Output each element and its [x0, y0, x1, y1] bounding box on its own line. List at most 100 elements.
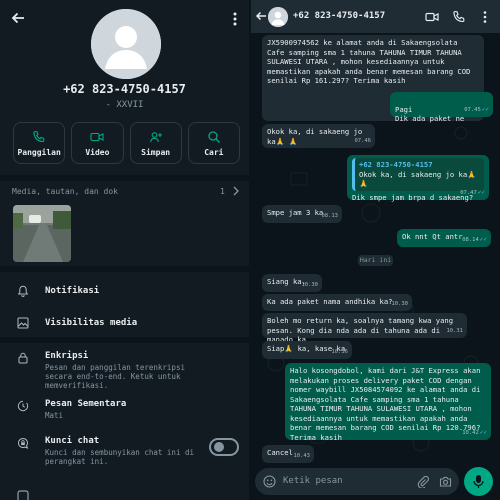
message-incoming[interactable]: Ka ada paket nama andhika ka? 10.30 — [262, 294, 412, 311]
media-visibility-label: Visibilitas media — [45, 318, 138, 328]
message-time: 07.46 — [354, 137, 371, 144]
message-text: Ka ada paket nama andhika ka? — [267, 297, 393, 306]
lock-icon — [18, 352, 28, 364]
media-thumbnail[interactable] — [13, 205, 71, 262]
message-time: 08.14✓✓ — [462, 235, 487, 246]
more-vertical-icon[interactable] — [481, 10, 489, 24]
disappearing-messages-label: Pesan Sementara — [45, 399, 127, 409]
quoted-sender: +62 823-4750-4157 — [359, 160, 433, 169]
add-contact-icon — [149, 131, 162, 142]
message-time: 10.36 — [331, 348, 348, 355]
day-separator: Hari ini — [358, 255, 393, 266]
call-button-label: Panggilan — [17, 147, 61, 157]
contact-header: +62 823-4750-4157 - XXVII Panggilan Vide… — [0, 0, 249, 175]
partial-icon — [17, 490, 29, 500]
message-time-value: 07.45 — [464, 106, 481, 113]
contact-number: +62 823-4750-4157 — [63, 82, 186, 96]
message-time: 10.31 — [446, 327, 463, 334]
search-button-label: Cari — [204, 147, 224, 157]
message-time-value: 07.47 — [460, 189, 477, 196]
read-receipt-icon: ✓✓ — [477, 188, 485, 196]
person-icon — [91, 9, 161, 79]
message-time: 08.13 — [321, 212, 338, 219]
privacy-section: Enkripsi Pesan dan panggilan terenkripsi… — [0, 343, 249, 500]
chat-panel: +62 823-4750-4157 JX5900974562 ke alamat… — [251, 0, 500, 500]
attach-icon[interactable] — [417, 475, 429, 488]
message-incoming[interactable]: Smpe jam 3 ka 08.13 — [262, 205, 342, 223]
chevron-right-icon — [233, 186, 239, 196]
encryption-row[interactable]: Enkripsi Pesan dan panggilan terenkripsi… — [0, 351, 249, 390]
read-receipt-icon: ✓✓ — [479, 235, 487, 243]
message-incoming[interactable]: Okok ka, di sakaeng jo ka🙏 🙏 07.46 — [262, 124, 375, 148]
search-button[interactable]: Cari — [187, 122, 240, 164]
back-arrow-icon[interactable] — [10, 10, 26, 26]
message-time-value: 08.14 — [462, 236, 479, 243]
message-time: 10.30 — [391, 300, 408, 307]
camera-icon[interactable] — [439, 475, 452, 488]
encryption-label: Enkripsi — [45, 351, 89, 361]
message-time: 07.47✓✓ — [460, 188, 485, 199]
media-title: Media, tautan, dan dok — [12, 187, 118, 196]
contact-avatar[interactable] — [91, 9, 161, 79]
disappearing-messages-row[interactable]: Pesan Sementara Mati — [0, 399, 249, 425]
search-icon — [208, 130, 220, 143]
read-receipt-icon: ✓✓ — [481, 105, 489, 113]
quoted-text: Okok ka, di sakaeng jo ka🙏 🙏 — [359, 169, 477, 189]
quoted-message[interactable]: +62 823-4750-4157 Okok ka, di sakaeng jo… — [352, 158, 484, 191]
notifications-label: Notifikasi — [45, 286, 100, 296]
message-text: Halo kosongdobol, kami dari J&T Express … — [290, 366, 481, 442]
message-time: 10.42✓✓ — [462, 428, 487, 439]
toggle-knob — [214, 442, 224, 452]
message-incoming[interactable]: Siang ka. 10.30 — [262, 274, 322, 292]
message-outgoing[interactable]: Pagi Dik ada paket ne 07.45✓✓ — [390, 92, 493, 123]
emoji-icon[interactable] — [263, 475, 276, 488]
media-section[interactable]: Media, tautan, dan dok 1 — [0, 181, 249, 266]
contact-info-panel: +62 823-4750-4157 - XXVII Panggilan Vide… — [0, 0, 249, 500]
bell-icon — [17, 285, 29, 297]
video-button-label: Video — [85, 147, 110, 157]
chat-lock-description: Kunci dan sembunyikan chat ini di perang… — [45, 448, 195, 466]
read-receipt-icon: ✓✓ — [479, 428, 487, 436]
chat-header: +62 823-4750-4157 — [251, 0, 500, 33]
phone-icon[interactable] — [452, 10, 466, 24]
message-incoming[interactable]: Siap🙏 ka, kase ka 10.36 — [262, 341, 352, 359]
chat-lock-row[interactable]: Kunci chat Kunci dan sembunyikan chat in… — [0, 436, 249, 470]
contact-about: - XXVII — [105, 100, 144, 110]
microphone-icon — [473, 475, 484, 488]
video-icon — [90, 132, 104, 141]
timer-icon — [17, 400, 29, 412]
chat-lock-icon — [17, 437, 29, 449]
person-icon — [268, 7, 288, 27]
save-contact-button[interactable]: Simpan — [129, 122, 182, 164]
chat-avatar[interactable] — [268, 7, 288, 27]
next-row-peek — [0, 490, 249, 500]
more-vertical-icon[interactable] — [230, 11, 240, 27]
message-outgoing-reply[interactable]: +62 823-4750-4157 Okok ka, di sakaeng jo… — [347, 155, 489, 202]
message-input[interactable]: Ketik pesan — [283, 476, 343, 486]
message-text: JX5900974562 ke alamat anda di Sakaengso… — [267, 38, 471, 85]
message-incoming[interactable]: Boleh mo return ka, soalnya tamang kwa y… — [262, 313, 467, 344]
message-time: 10.43 — [293, 452, 310, 459]
video-button[interactable]: Video — [71, 122, 124, 164]
message-incoming[interactable]: Cancel 10.43 — [262, 445, 314, 463]
message-time: 10.30 — [301, 281, 318, 288]
video-call-icon[interactable] — [425, 10, 439, 24]
message-outgoing[interactable]: Ok nnt Qt antr 08.14✓✓ — [397, 229, 491, 247]
phone-icon — [33, 130, 45, 142]
voice-message-button[interactable] — [464, 467, 493, 496]
message-outgoing[interactable]: Halo kosongdobol, kami dari J&T Express … — [285, 363, 491, 442]
media-visibility-row[interactable]: Visibilitas media — [0, 314, 249, 334]
action-buttons: Panggilan Video Simpan Cari — [13, 122, 240, 164]
save-contact-label: Simpan — [141, 147, 171, 157]
call-button[interactable]: Panggilan — [13, 122, 66, 164]
chat-header-name[interactable]: +62 823-4750-4157 — [293, 11, 385, 21]
image-icon — [17, 317, 29, 329]
media-count: 1 — [220, 187, 225, 196]
settings-section: Notifikasi Visibilitas media — [0, 272, 249, 337]
message-time-value: 10.42 — [462, 429, 479, 436]
back-arrow-icon[interactable] — [255, 10, 267, 22]
notifications-row[interactable]: Notifikasi — [0, 282, 249, 302]
message-time: 07.45✓✓ — [464, 105, 489, 116]
message-input-bar[interactable]: Ketik pesan — [255, 468, 459, 495]
chat-lock-toggle[interactable] — [209, 438, 239, 456]
